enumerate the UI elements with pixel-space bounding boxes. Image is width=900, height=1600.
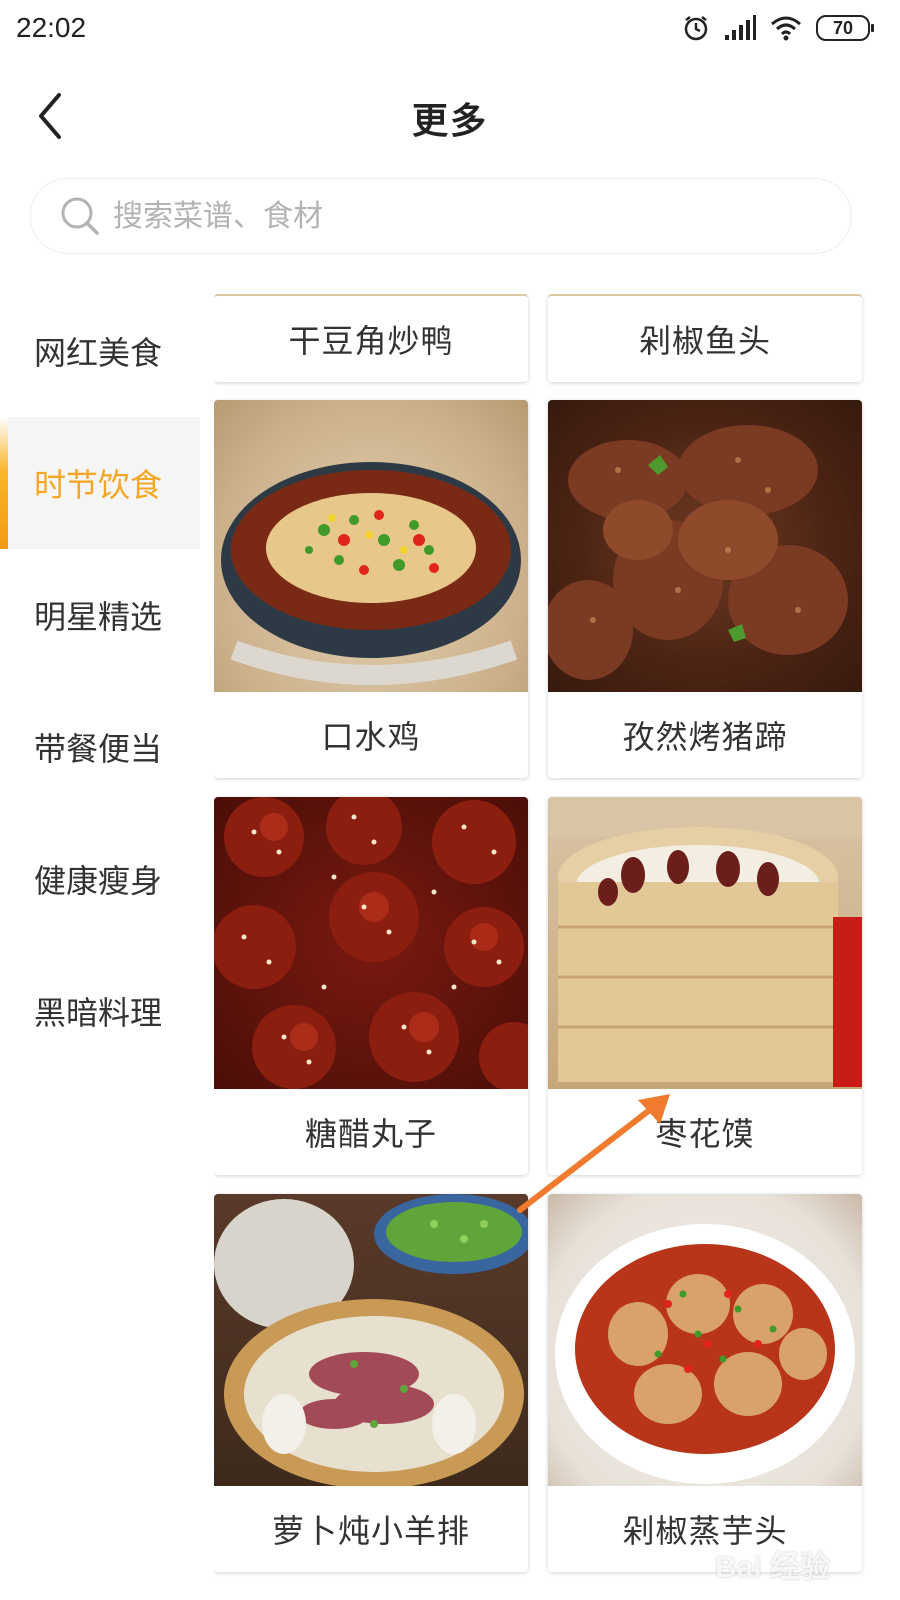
status-time: 22:02 — [16, 12, 87, 43]
alarm-icon — [682, 14, 710, 42]
recipe-card[interactable]: 萝卜炖小羊排 — [214, 1194, 528, 1572]
recipe-card[interactable]: 剁椒鱼头 — [548, 294, 862, 382]
recipe-name: 干豆角炒鸭 — [288, 322, 454, 360]
wifi-icon — [770, 15, 802, 41]
status-bar: 22:02 70 — [0, 0, 900, 62]
recipe-name: 口水鸡 — [321, 718, 421, 756]
recipe-image — [214, 797, 528, 1089]
watermark: Bai 经验 — [714, 1551, 830, 1584]
recipe-image — [548, 400, 862, 692]
recipe-card[interactable]: 剁椒蒸芋头 — [548, 1194, 862, 1572]
sidebar-item-dark-cuisine[interactable]: 黑暗料理 — [0, 945, 200, 1077]
category-sidebar: 网红美食 时节饮食 明星精选 带餐便当 健康瘦身 黑暗料理 — [0, 285, 200, 1077]
sidebar-item-label: 明星精选 — [34, 598, 163, 636]
recipe-name: 孜然烤猪蹄 — [622, 718, 788, 756]
recipe-name: 萝卜炖小羊排 — [271, 1512, 470, 1550]
recipe-card[interactable]: 糖醋丸子 — [214, 797, 528, 1175]
sidebar-item-label: 时节饮食 — [34, 466, 163, 504]
sidebar-item-label: 带餐便当 — [34, 730, 163, 768]
recipe-image — [548, 1194, 862, 1486]
status-icons: 70 — [682, 14, 874, 42]
recipe-card[interactable]: 枣花馍 — [548, 797, 862, 1175]
recipe-card[interactable]: 干豆角炒鸭 — [214, 294, 528, 382]
recipe-image — [214, 1194, 528, 1486]
sidebar-item-label: 黑暗料理 — [34, 994, 163, 1032]
search-icon — [61, 197, 99, 235]
recipe-name: 剁椒鱼头 — [638, 322, 771, 360]
recipe-name: 枣花馍 — [655, 1115, 755, 1153]
active-indicator — [0, 417, 8, 549]
page-title: 更多 — [411, 101, 488, 142]
sidebar-item-healthy-slim[interactable]: 健康瘦身 — [0, 813, 200, 945]
search-box[interactable] — [30, 178, 852, 254]
recipe-card[interactable]: 孜然烤猪蹄 — [548, 400, 862, 778]
battery-icon: 70 — [816, 15, 874, 41]
sidebar-item-celebrity-picks[interactable]: 明星精选 — [0, 549, 200, 681]
recipe-grid: 干豆角炒鸭 剁椒鱼头 口水鸡 孜然烤猪蹄 糖醋丸子 枣花馍 萝卜炖小羊排 剁椒蒸… — [214, 294, 866, 1600]
sidebar-item-seasonal-food[interactable]: 时节饮食 — [0, 417, 200, 549]
battery-level: 70 — [832, 17, 854, 38]
sidebar-item-label: 网红美食 — [34, 334, 163, 372]
recipe-name: 糖醋丸子 — [304, 1115, 437, 1153]
recipe-image — [214, 400, 528, 692]
search-input[interactable] — [113, 198, 793, 234]
sidebar-item-lunch-box[interactable]: 带餐便当 — [0, 681, 200, 813]
header: 更多 — [0, 70, 900, 160]
sidebar-item-internet-food[interactable]: 网红美食 — [0, 285, 200, 417]
recipe-image — [548, 797, 862, 1089]
recipe-card[interactable]: 口水鸡 — [214, 400, 528, 778]
sidebar-item-label: 健康瘦身 — [34, 862, 163, 900]
signal-icon — [724, 15, 756, 41]
